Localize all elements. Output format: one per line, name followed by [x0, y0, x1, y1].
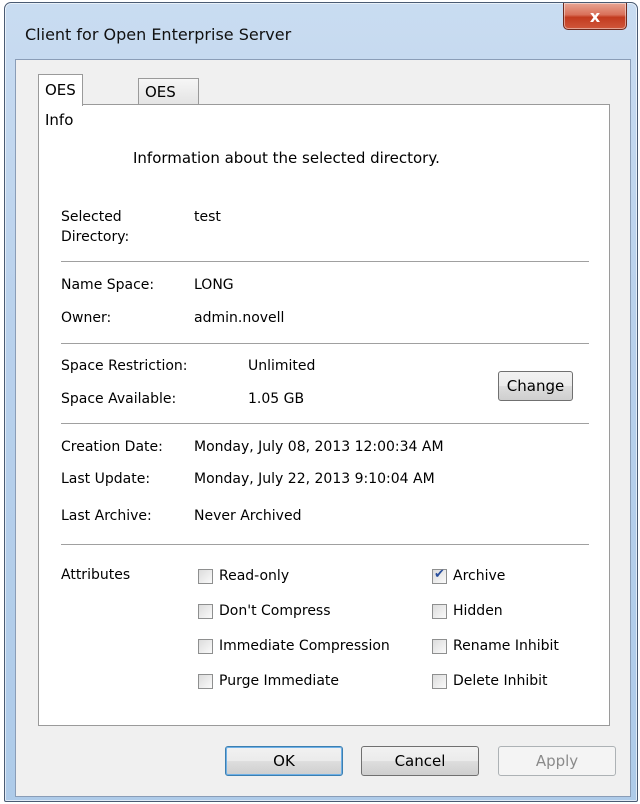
- space-available-value: 1.05 GB: [248, 391, 305, 407]
- rename-inhibit-checkbox[interactable]: Rename Inhibit: [432, 638, 559, 654]
- last-update-label: Last Update:: [61, 471, 151, 487]
- divider: [61, 544, 589, 545]
- divider: [61, 261, 589, 262]
- space-available-label: Space Available:: [61, 391, 177, 407]
- read-only-checkbox[interactable]: Read-only: [198, 568, 289, 584]
- creation-date-label: Creation Date:: [61, 439, 163, 455]
- hidden-checkbox-box[interactable]: [432, 603, 447, 619]
- delete-inhibit-checkbox-label: Delete Inhibit: [453, 673, 548, 689]
- hidden-checkbox[interactable]: Hidden: [432, 603, 503, 619]
- window-title: Client for Open Enterprise Server: [25, 25, 292, 44]
- selected-directory-label: Selected: [61, 209, 122, 225]
- selected-directory-label-line2: Directory:: [61, 229, 130, 245]
- delete-inhibit-checkbox[interactable]: Delete Inhibit: [432, 673, 547, 689]
- dialog-window: Client for Open Enterprise Server x OES …: [4, 2, 638, 802]
- close-button[interactable]: x: [563, 3, 627, 30]
- immediate-compression-checkbox-box[interactable]: [198, 638, 213, 654]
- hidden-checkbox-label: Hidden: [453, 603, 503, 619]
- panel-heading: Information about the selected directory…: [133, 149, 440, 167]
- read-only-checkbox-label: Read-only: [219, 568, 290, 584]
- dont-compress-checkbox-box[interactable]: [198, 603, 213, 619]
- rename-inhibit-checkbox-label: Rename Inhibit: [453, 638, 559, 654]
- dont-compress-checkbox-label: Don't Compress: [219, 603, 331, 619]
- selected-directory-value: test: [194, 209, 221, 225]
- last-update-value: Monday, July 22, 2013 9:10:04 AM: [194, 471, 435, 487]
- archive-checkbox-label: Archive: [453, 568, 506, 584]
- oes-info-panel: Information about the selected directory…: [38, 104, 610, 726]
- divider: [61, 343, 589, 344]
- rename-inhibit-checkbox-box[interactable]: [432, 638, 447, 654]
- immediate-compression-checkbox[interactable]: Immediate Compression: [198, 638, 390, 654]
- space-restriction-label: Space Restriction:: [61, 358, 188, 374]
- close-icon: x: [589, 6, 601, 26]
- read-only-checkbox-box[interactable]: [198, 568, 213, 584]
- name-space-label: Name Space:: [61, 277, 155, 293]
- change-button[interactable]: Change: [498, 371, 573, 401]
- delete-inhibit-checkbox-box[interactable]: [432, 673, 447, 689]
- last-archive-value: Never Archived: [194, 508, 302, 524]
- dialog-body: OES Info OES Rights Information about th…: [15, 59, 631, 797]
- immediate-compression-checkbox-label: Immediate Compression: [219, 638, 390, 654]
- tab-oes-rights[interactable]: OES Rights: [138, 78, 200, 127]
- space-restriction-value: Unlimited: [248, 358, 316, 374]
- apply-button[interactable]: Apply: [498, 746, 616, 776]
- purge-immediate-checkbox-box[interactable]: [198, 673, 213, 689]
- archive-checkbox-box[interactable]: [432, 567, 447, 584]
- owner-value: admin.novell: [194, 310, 285, 326]
- purge-immediate-checkbox-label: Purge Immediate: [219, 673, 340, 689]
- divider: [61, 423, 589, 424]
- title-bar: Client for Open Enterprise Server x: [5, 3, 637, 59]
- purge-immediate-checkbox[interactable]: Purge Immediate: [198, 673, 339, 689]
- owner-label: Owner:: [61, 310, 112, 326]
- last-archive-label: Last Archive:: [61, 508, 152, 524]
- tab-oes-info[interactable]: OES Info: [38, 74, 83, 129]
- archive-checkbox[interactable]: Archive: [432, 567, 506, 584]
- name-space-value: LONG: [194, 277, 234, 293]
- cancel-button[interactable]: Cancel: [361, 746, 479, 776]
- attributes-label: Attributes: [61, 567, 131, 583]
- ok-button[interactable]: OK: [225, 746, 343, 776]
- creation-date-value: Monday, July 08, 2013 12:00:34 AM: [194, 439, 444, 455]
- dont-compress-checkbox[interactable]: Don't Compress: [198, 603, 331, 619]
